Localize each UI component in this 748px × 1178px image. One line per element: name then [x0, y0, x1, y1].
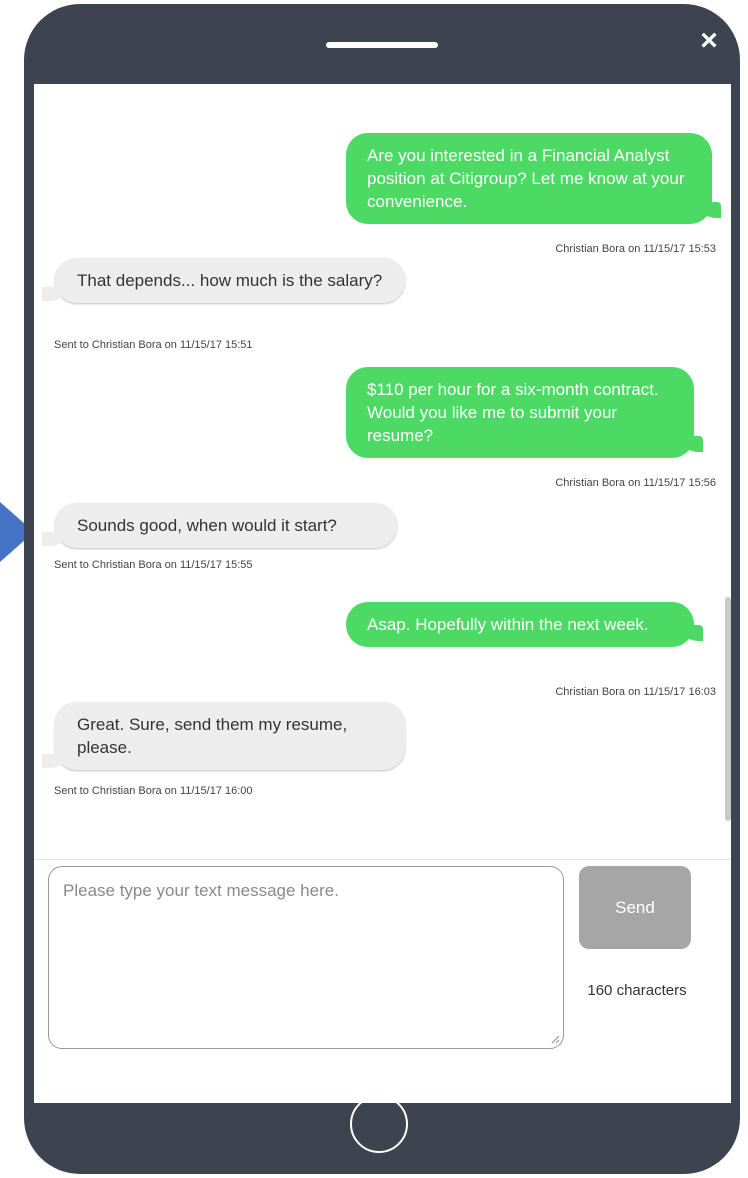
chat-screen: Are you interested in a Financial Analys…	[34, 84, 731, 1103]
message-input[interactable]	[48, 866, 564, 1049]
received-message-bubble: Sounds good, when would it start?	[42, 503, 397, 548]
sent-message-bubble: $110 per hour for a six-month contract. …	[346, 367, 703, 458]
received-message-bubble: That depends... how much is the salary?	[42, 258, 405, 303]
message-text: Sounds good, when would it start?	[77, 516, 337, 535]
received-message-bubble: Great. Sure, send them my resume, please…	[42, 702, 405, 770]
message-text: Asap. Hopefully within the next week.	[367, 615, 649, 634]
message-text: Are you interested in a Financial Analys…	[367, 146, 685, 211]
message-meta: Sent to Christian Bora on 11/15/17 15:55	[54, 559, 253, 571]
message-text: $110 per hour for a six-month contract. …	[367, 380, 659, 445]
resize-grip-icon[interactable]	[550, 1034, 560, 1044]
send-button[interactable]: Send	[579, 866, 691, 949]
message-meta: Sent to Christian Bora on 11/15/17 15:51	[54, 339, 253, 351]
divider	[34, 859, 731, 860]
message-meta: Christian Bora on 11/15/17 15:56	[555, 477, 716, 489]
message-meta: Sent to Christian Bora on 11/15/17 16:00	[54, 785, 253, 797]
speaker-slot	[326, 42, 438, 48]
message-text: That depends... how much is the salary?	[77, 271, 383, 290]
home-button-icon[interactable]	[350, 1095, 408, 1153]
message-meta: Christian Bora on 11/15/17 16:03	[555, 686, 716, 698]
character-count: 160 characters	[587, 982, 687, 999]
phone-frame: × Are you interested in a Financial Anal…	[24, 4, 740, 1174]
sent-message-bubble: Are you interested in a Financial Analys…	[346, 133, 721, 224]
scrollbar[interactable]	[725, 597, 731, 821]
message-text: Great. Sure, send them my resume, please…	[77, 715, 348, 757]
sent-message-bubble: Asap. Hopefully within the next week.	[346, 602, 703, 647]
message-meta: Christian Bora on 11/15/17 15:53	[555, 243, 716, 255]
close-icon[interactable]: ×	[696, 26, 722, 56]
